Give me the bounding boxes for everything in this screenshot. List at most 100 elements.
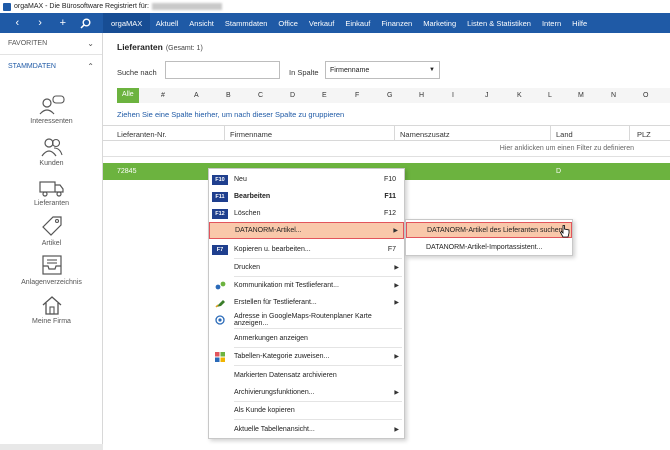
col-header-land[interactable]: Land <box>556 130 573 139</box>
menu-finanzen[interactable]: Finanzen <box>376 13 418 33</box>
alpha-filter[interactable]: N <box>611 92 616 99</box>
group-by-hint[interactable]: Ziehen Sie eine Spalte hierher, um nach … <box>117 110 344 119</box>
chevron-up-icon: ⌃ <box>87 61 94 71</box>
ctx-item-label: Kopieren u. bearbeiten... <box>234 246 311 253</box>
col-header-firmenname[interactable]: Firmenname <box>230 130 272 139</box>
menu-bar: ‹ › + orgaMAX Aktuell Ansicht Stammdaten… <box>0 13 670 33</box>
menu-marketing[interactable]: Marketing <box>418 13 462 33</box>
alphabet-filter-bar: Alle # A B C D E F G H I J K L M N O <box>117 88 670 103</box>
nav-buttons: ‹ › + <box>0 13 103 33</box>
alpha-filter[interactable]: E <box>322 92 327 99</box>
ctx-item-tabellen-kategorie[interactable]: Tabellen-Kategorie zuweisen... ▶ <box>209 348 404 365</box>
ctx-item-loeschen[interactable]: F12 Löschen F12 <box>209 205 404 222</box>
chevron-down-icon: ▼ <box>429 67 435 73</box>
ctx-item-als-kunde-kopieren[interactable]: Als Kunde kopieren <box>209 402 404 419</box>
ctx-item-label: Als Kunde kopieren <box>234 407 295 414</box>
ctx-shortcut: F10 <box>383 176 396 183</box>
menu-aktuell[interactable]: Aktuell <box>150 13 184 33</box>
sidebar-stammdaten-header[interactable]: STAMMDATEN ⌃ <box>0 55 102 77</box>
blank-icon <box>212 406 228 416</box>
alpha-filter[interactable]: C <box>258 92 263 99</box>
menu-orgamax[interactable]: orgaMAX <box>103 13 151 33</box>
alpha-filter[interactable]: A <box>194 92 199 99</box>
alpha-filter[interactable]: I <box>452 92 454 99</box>
alpha-filter[interactable]: D <box>290 92 295 99</box>
forward-icon[interactable]: › <box>33 16 47 30</box>
ctx-shortcut: F7 <box>387 246 396 253</box>
ctx-item-label: Erstellen für Testlieferant... <box>234 299 317 306</box>
ctx-item-label: Neu <box>234 176 247 183</box>
alpha-filter[interactable]: # <box>161 92 165 99</box>
menu-einkauf[interactable]: Einkauf <box>340 13 376 33</box>
sidebar-item-meine-firma[interactable]: Meine Firma <box>0 295 103 325</box>
alpha-filter[interactable]: B <box>226 92 231 99</box>
sidebar-item-artikel[interactable]: Artikel <box>0 215 103 247</box>
ctx-item-tabellenansicht[interactable]: Aktuelle Tabellenansicht... ▶ <box>209 421 404 438</box>
col-header-lieferanten-nr[interactable]: Lieferanten-Nr. <box>117 130 167 139</box>
ctx-item-bearbeiten[interactable]: F11 Bearbeiten F11 <box>209 188 404 205</box>
ctx-item-erstellen[interactable]: Erstellen für Testlieferant... ▶ <box>209 294 404 311</box>
ctx-item-kommunikation[interactable]: Kommunikation mit Testlieferant... ▶ <box>209 277 404 294</box>
ctx-item-label: Aktuelle Tabellenansicht... <box>234 426 315 433</box>
col-header-namenszusatz[interactable]: Namenszusatz <box>400 130 450 139</box>
ctx-item-archivierungsfunktionen[interactable]: Archivierungsfunktionen... ▶ <box>209 384 404 401</box>
menu-verkauf[interactable]: Verkauf <box>303 13 339 33</box>
submenu-item-datanorm-import[interactable]: DATANORM-Artikel-Importassistent... <box>406 239 572 255</box>
column-divider[interactable] <box>224 126 225 141</box>
sidebar-item-label: Artikel <box>41 240 62 247</box>
menu-stammdaten[interactable]: Stammdaten <box>219 13 273 33</box>
submenu-arrow-icon: ▶ <box>394 390 399 396</box>
sidebar-item-label: Kunden <box>39 160 64 167</box>
alpha-filter[interactable]: H <box>419 92 424 99</box>
ctx-item-googlemaps[interactable]: Adresse in GoogleMaps-Routenplaner Karte… <box>209 311 404 328</box>
sidebar-item-anlagenverzeichnis[interactable]: Anlagenverzeichnis <box>0 254 103 286</box>
menu-separator <box>234 328 402 329</box>
alpha-filter[interactable]: O <box>643 92 648 99</box>
alpha-filter[interactable]: G <box>387 92 392 99</box>
menu-separator <box>234 365 402 366</box>
map-target-icon <box>212 314 228 325</box>
ctx-item-label: Archivierungsfunktionen... <box>234 389 315 396</box>
alpha-filter[interactable]: L <box>548 92 552 99</box>
menu-intern[interactable]: Intern <box>536 13 566 33</box>
alpha-filter[interactable]: F <box>355 92 359 99</box>
filter-row[interactable]: Hier anklicken um einen Filter zu defini… <box>103 141 670 157</box>
column-select[interactable]: Firmenname ▼ <box>325 61 440 79</box>
ctx-item-anmerkungen[interactable]: Anmerkungen anzeigen <box>209 330 404 347</box>
alpha-filter[interactable]: M <box>578 92 584 99</box>
chevron-down-icon: ⌄ <box>87 39 94 48</box>
blank-icon <box>212 334 228 344</box>
redacted-registration <box>152 3 222 10</box>
back-icon[interactable]: ‹ <box>10 16 24 30</box>
ctx-item-neu[interactable]: F10 Neu F10 <box>209 171 404 188</box>
add-icon[interactable]: + <box>56 16 70 30</box>
truck-icon <box>38 181 64 197</box>
search-input[interactable] <box>165 61 280 79</box>
menu-hilfe[interactable]: Hilfe <box>567 13 593 33</box>
search-icon[interactable] <box>79 16 93 30</box>
context-menu: F10 Neu F10 F11 Bearbeiten F11 F12 Lösch… <box>208 168 405 439</box>
ctx-item-kopieren-bearbeiten[interactable]: F7 Kopieren u. bearbeiten... F7 <box>209 241 404 258</box>
sidebar-item-lieferanten[interactable]: Lieferanten <box>0 179 103 207</box>
kunden-icon <box>41 138 63 157</box>
home-icon <box>42 296 61 315</box>
alpha-filter[interactable]: K <box>517 92 522 99</box>
sidebar-item-interessenten[interactable]: Interessenten <box>0 95 103 125</box>
ctx-item-drucken[interactable]: Drucken ▶ <box>209 259 404 276</box>
col-header-plz[interactable]: PLZ <box>637 130 651 139</box>
column-divider[interactable] <box>629 126 630 141</box>
ctx-item-archivieren[interactable]: Markierten Datensatz archivieren <box>209 367 404 384</box>
alpha-filter-alle[interactable]: Alle <box>117 88 139 103</box>
alpha-filter[interactable]: J <box>485 92 489 99</box>
menu-ansicht[interactable]: Ansicht <box>184 13 220 33</box>
column-divider[interactable] <box>394 126 395 141</box>
main-menu: orgaMAX Aktuell Ansicht Stammdaten Offic… <box>103 13 593 33</box>
menu-office[interactable]: Office <box>273 13 303 33</box>
ctx-item-datanorm-artikel[interactable]: DATANORM-Artikel... ▶ <box>209 222 404 239</box>
ctx-shortcut: F11 <box>384 193 396 200</box>
menu-listen-statistiken[interactable]: Listen & Statistiken <box>462 13 537 33</box>
sidebar-favoriten-header[interactable]: FAVORITEN ⌄ <box>0 33 102 55</box>
submenu-item-datanorm-suchen[interactable]: DATANORM-Artikel des Lieferanten suchen.… <box>406 222 572 238</box>
sidebar-item-kunden[interactable]: Kunden <box>0 137 103 167</box>
column-divider[interactable] <box>550 126 551 141</box>
